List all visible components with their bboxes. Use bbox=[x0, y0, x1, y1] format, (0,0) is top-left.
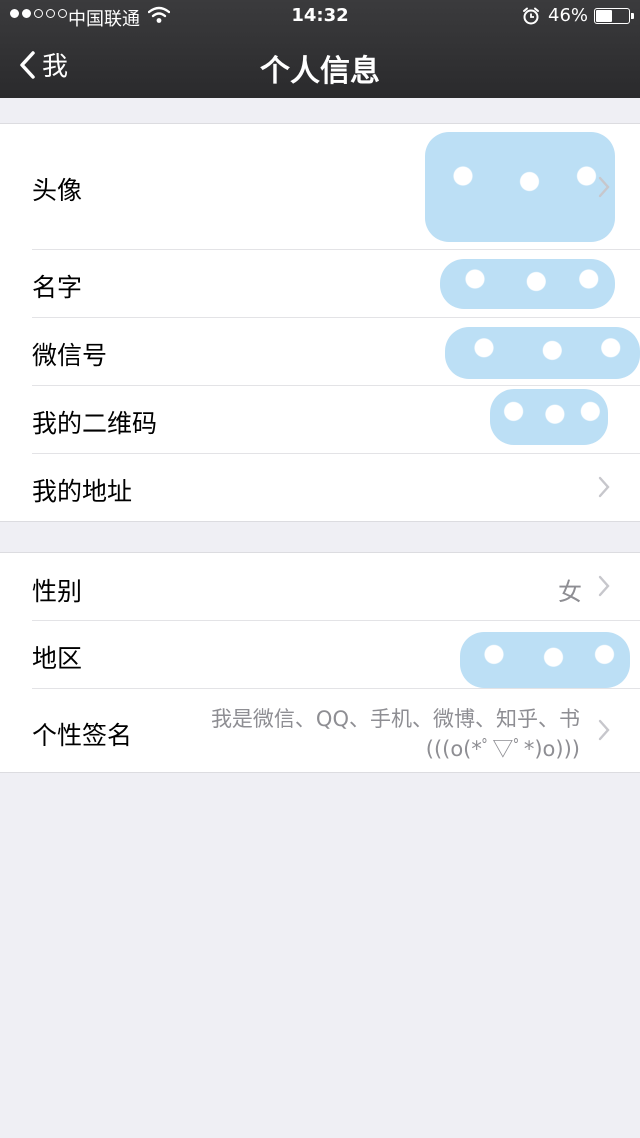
clock: 14:32 bbox=[291, 5, 349, 26]
wechat-id-value bbox=[445, 327, 640, 379]
row-name[interactable]: 名字 bbox=[0, 249, 640, 317]
personal-group: 性别 女 地区 个性签名 我是微信、QQ、手机、微博、知乎、书 (((o(*ﾟ▽… bbox=[0, 552, 640, 773]
chevron-right-icon bbox=[598, 575, 610, 597]
chevron-right-icon bbox=[598, 176, 610, 198]
row-label: 微信号 bbox=[32, 341, 108, 370]
battery-nub bbox=[631, 13, 634, 19]
row-avatar[interactable]: 头像 bbox=[0, 124, 640, 249]
gender-value: 女 bbox=[558, 578, 582, 606]
row-label: 名字 bbox=[32, 273, 83, 302]
row-signature[interactable]: 个性签名 我是微信、QQ、手机、微博、知乎、书 (((o(*ﾟ▽ﾟ*)o))) bbox=[0, 688, 640, 772]
battery-fill bbox=[596, 10, 612, 22]
signature-value: 我是微信、QQ、手机、微博、知乎、书 (((o(*ﾟ▽ﾟ*)o))) bbox=[160, 704, 580, 764]
battery-percentage: 46% bbox=[548, 5, 589, 26]
signature-line-2: (((o(*ﾟ▽ﾟ*)o))) bbox=[425, 737, 580, 761]
row-label: 我的地址 bbox=[32, 477, 133, 506]
row-address[interactable]: 我的地址 bbox=[0, 453, 640, 521]
page-title: 个人信息 bbox=[260, 54, 380, 89]
row-label: 性别 bbox=[32, 577, 83, 606]
row-gender[interactable]: 性别 女 bbox=[0, 553, 640, 620]
signature-line-1: 我是微信、QQ、手机、微博、知乎、书 bbox=[210, 707, 580, 731]
alarm-icon bbox=[523, 7, 539, 25]
chevron-right-icon bbox=[598, 476, 610, 498]
row-region[interactable]: 地区 bbox=[0, 620, 640, 688]
row-label: 头像 bbox=[32, 176, 83, 205]
region-value bbox=[460, 632, 630, 688]
row-wechat-id[interactable]: 微信号 bbox=[0, 317, 640, 385]
name-value bbox=[440, 259, 615, 309]
row-label: 我的二维码 bbox=[32, 409, 158, 438]
profile-group: 头像 名字 微信号 我的二维码 我的地址 bbox=[0, 123, 640, 522]
avatar-image bbox=[425, 132, 615, 242]
chevron-right-icon bbox=[598, 719, 610, 741]
row-label: 个性签名 bbox=[32, 721, 133, 750]
top-bar: 中国联通 14:32 46% 我 个人信息 bbox=[0, 0, 640, 98]
status-bar: 中国联通 14:32 46% bbox=[0, 0, 640, 34]
row-label: 地区 bbox=[32, 644, 83, 673]
battery-icon bbox=[594, 8, 634, 24]
row-qr-code[interactable]: 我的二维码 bbox=[0, 385, 640, 453]
qr-code-value bbox=[490, 389, 608, 445]
